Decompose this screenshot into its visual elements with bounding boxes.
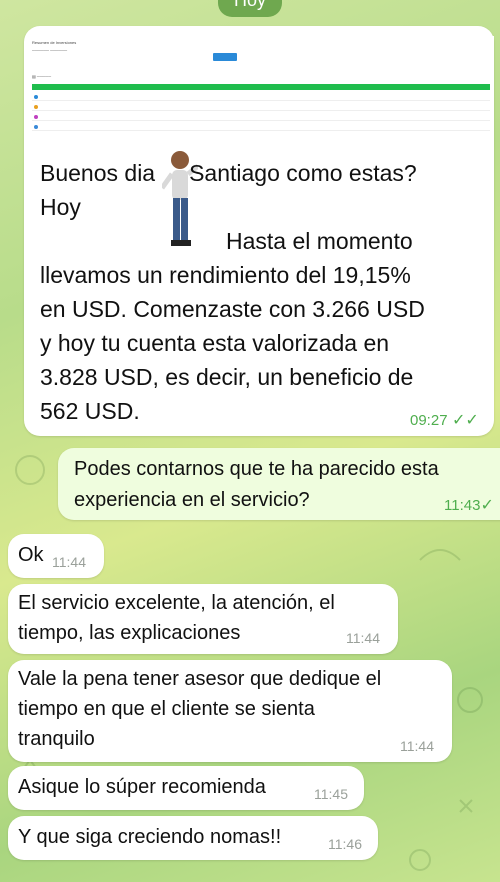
incoming-message-bubble[interactable]: Y que siga creciendo nomas!! 11:46 [8,816,378,860]
message-timestamp: 11:44 [400,738,434,754]
message-line: 3.828 USD, es decir, un beneficio de [40,364,414,390]
report-list-title: ▤ ───── [32,74,52,79]
message-text: Ok [18,544,44,566]
incoming-message-bubble[interactable]: Ok 11:44 [8,534,104,578]
message-timestamp: 11:44 [346,630,380,646]
message-text: tiempo, las explicaciones [18,622,241,644]
report-header: Resumen de Inversiones [32,40,77,45]
message-timestamp: 11:44 [52,554,86,570]
report-row [32,94,490,101]
double-check-icon: ✓✓ [452,412,479,429]
report-consult-button[interactable] [213,53,237,61]
message-text: El servicio excelente, la atención, el [18,592,335,614]
date-separator: Hoy [217,0,283,17]
message-line: Hoy [40,194,81,220]
report-row [32,104,490,111]
embedded-report-screenshot[interactable]: Resumen de Inversiones ────── ────── ▤ ─… [28,36,494,136]
report-row [32,114,490,121]
incoming-message-bubble[interactable]: Vale la pena tener asesor que dedique el… [8,660,452,762]
message-text: tiempo en que el cliente se sienta [18,698,315,720]
outgoing-message-line: experiencia en el servicio? [74,489,310,511]
outgoing-message-line: Podes contarnos que te ha parecido esta [74,458,439,480]
message-text: Vale la pena tener asesor que dedique el [18,668,382,690]
report-summary-bar [32,84,490,90]
message-line: llevamos un rendimiento del 19,15% [40,262,411,288]
message-line: en USD. Comenzaste con 3.266 USD [40,296,425,322]
message-text: tranquilo [18,728,95,750]
report-filter-label: ────── ────── [32,48,68,53]
message-line: y hoy tu cuenta esta valorizada en [40,330,390,356]
message-line: Buenos dia Santiago como estas? [40,160,417,186]
message-line: Hasta el momento [226,228,413,254]
report-row [32,124,490,131]
message-timestamp: 09:27 ✓✓ [410,412,479,429]
double-check-icon: ✓ [480,497,494,514]
incoming-message-bubble[interactable]: Asique lo súper recomienda 11:45 [8,766,364,810]
message-timestamp: 11:45 [314,786,348,802]
message-line: 562 USD. [40,398,140,424]
incoming-message-bubble[interactable]: El servicio excelente, la atención, el t… [8,584,398,654]
message-text: Y que siga creciendo nomas!! [18,826,282,848]
message-timestamp: 11:46 [328,836,362,852]
message-text: Asique lo súper recomienda [18,776,266,798]
outgoing-timestamp: 11:43✓ [444,497,494,514]
